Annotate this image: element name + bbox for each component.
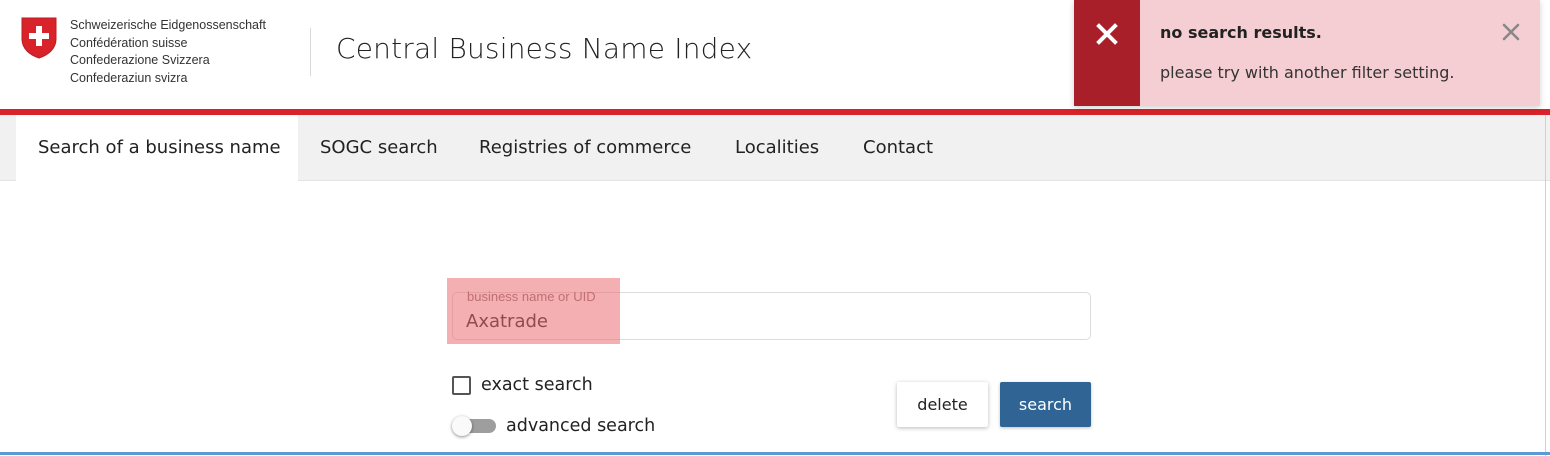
delete-button[interactable]: delete [897,382,988,427]
app-title: Central Business Name Index [336,32,753,65]
exact-search-checkbox[interactable] [452,375,471,395]
search-button[interactable]: search [1000,382,1091,427]
advanced-search-label[interactable]: advanced search [506,416,655,436]
advanced-search-option: advanced search [452,415,655,437]
toggle-knob [452,416,472,436]
confederation-name-it: Confederazione Svizzera [70,53,210,67]
tab-sogc-search[interactable]: SOGC search [298,115,460,181]
tab-localities[interactable]: Localities [713,115,841,181]
error-toast: no search results. please try with anoth… [1074,0,1540,106]
confederation-names: Schweizerische Eidgenossenschaft Confédé… [70,17,266,87]
close-icon [1502,23,1520,41]
exact-search-option: exact search [452,374,593,396]
tab-registries-of-commerce[interactable]: Registries of commerce [457,115,713,181]
search-input[interactable] [466,308,1066,334]
swiss-crest-icon[interactable] [21,17,57,59]
confederation-name-fr: Confédération suisse [70,35,188,50]
exact-search-label[interactable]: exact search [481,375,593,395]
confederation-name-de: Schweizerische Eidgenossenschaft [70,18,266,32]
tab-contact[interactable]: Contact [841,115,955,181]
content-right-border [1545,115,1546,456]
confederation-name-rm: Confederaziun svizra [70,70,188,85]
toast-message: please try with another filter setting. [1160,63,1455,82]
bottom-accent-line [0,452,1550,455]
tab-search-business-name[interactable]: Search of a business name [16,115,298,181]
toast-close-button[interactable] [1502,23,1522,43]
main-nav: Search of a business name SOGC search Re… [0,115,1550,181]
error-x-icon [1096,23,1118,45]
search-field-label: business name or UID [467,289,596,304]
advanced-search-toggle[interactable] [452,416,496,436]
header-divider [310,28,311,76]
toast-icon-box [1074,0,1140,106]
toast-title: no search results. [1160,23,1322,42]
